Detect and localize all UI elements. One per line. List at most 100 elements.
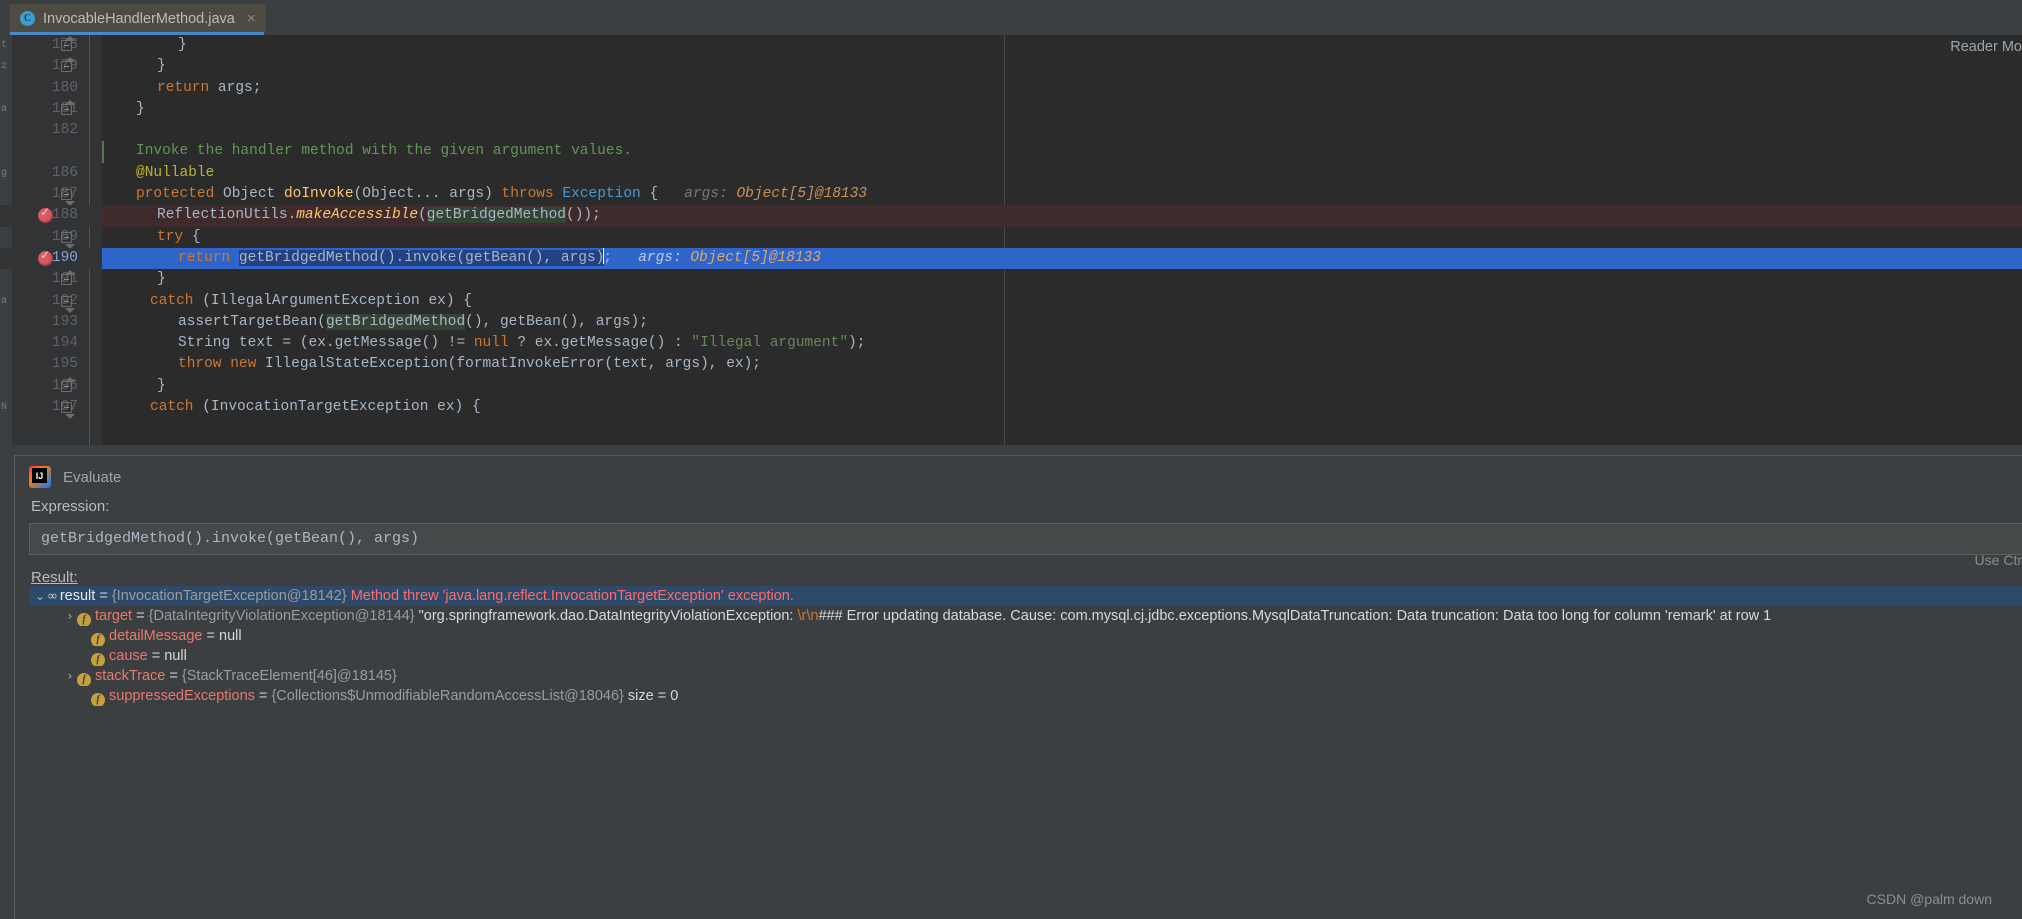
tree-node-name: suppressedExceptions [109, 688, 255, 704]
tree-row[interactable]: f cause = null [29, 646, 2022, 666]
tree-node-value: Method threw 'java.lang.reflect.Invocati… [350, 588, 794, 604]
code-token: ; [603, 249, 613, 266]
field-icon: f [77, 673, 91, 686]
infinity-icon: ∞ [47, 589, 58, 604]
code-line-186[interactable]: 186 @Nullable [0, 163, 2022, 184]
code-fold-icon[interactable] [61, 231, 75, 249]
code-line-190[interactable]: 190return getBridgedMethod().invoke(getB… [0, 247, 2022, 270]
code-token: makeAccessible [296, 207, 419, 224]
tree-node-value: null [219, 628, 242, 644]
tree-equals: = [202, 628, 220, 644]
code-token: (IllegalArgumentException ex) { [202, 292, 472, 309]
code-line-197[interactable]: 197 catch (InvocationTargetException ex) … [0, 397, 2022, 420]
code-token: return [178, 249, 239, 266]
escape-sequence: \r\n [797, 608, 819, 624]
code-line-191[interactable]: 191} [0, 269, 2022, 290]
tree-node-value: ### Error updating database. Cause: com.… [818, 608, 1772, 624]
code-line-180[interactable]: 180 return args; [0, 78, 2022, 99]
code-line-text: String text = (ex.getMessage() != null ?… [178, 333, 865, 354]
code-token: Invoke the handler method with the given… [136, 143, 632, 160]
code-token: protected [136, 186, 224, 203]
field-icon: f [77, 613, 91, 626]
expression-label: Expression: [31, 498, 110, 515]
code-token: try [157, 228, 192, 245]
code-fold-icon[interactable] [61, 189, 75, 207]
code-line-192[interactable]: 192 catch (IllegalArgumentException ex) { [0, 291, 2022, 313]
code-fold-icon[interactable] [61, 376, 75, 392]
evaluate-dialog[interactable]: Evaluate Expression: getBridgedMethod().… [14, 455, 2022, 919]
code-token: } [178, 37, 187, 53]
background-left-strip [0, 455, 14, 919]
code-line-195[interactable]: 195 throw new IllegalStateException(forma… [0, 354, 2022, 375]
tree-row[interactable]: f detailMessage = null [29, 626, 2022, 646]
code-line-text: @Nullable [136, 163, 214, 184]
code-token: } [136, 100, 145, 117]
field-icon: f [91, 653, 105, 666]
code-token: ReflectionUtils. [157, 207, 297, 224]
breakpoint-icon[interactable] [38, 248, 53, 266]
code-token: doInvoke [283, 186, 354, 203]
code-line-193[interactable]: 193 assertTargetBean(getBridgedMethod(), … [0, 312, 2022, 333]
code-line-188[interactable]: 188ReflectionUtils.makeAccessible(getBri… [0, 205, 2022, 227]
code-token: String text = (ex.getMessage() != [178, 335, 474, 352]
code-token: @Nullable [136, 164, 215, 181]
code-line-text: } [157, 56, 166, 77]
code-token: catch [150, 399, 203, 416]
tree-node-ref: {Collections$UnmodifiableRandomAccessLis… [271, 688, 628, 704]
code-line-178[interactable]: 178} [0, 35, 2022, 56]
code-fold-icon[interactable] [61, 57, 75, 73]
code-token: args: [612, 249, 691, 266]
tree-node-name: target [95, 608, 133, 624]
strip-char [0, 418, 12, 439]
code-fold-icon[interactable] [61, 99, 75, 115]
code-token: (InvocationTargetException ex) { [202, 399, 481, 416]
code-line-189[interactable]: 189 try { [0, 227, 2022, 249]
tree-row[interactable]: f suppressedExceptions = {Collections$Unm… [29, 686, 2022, 706]
tree-row[interactable]: › f stackTrace = {StackTraceElement[46]@18… [29, 666, 2022, 686]
code-editor[interactable]: tzagsaNMbaj Reader Mo 178}179}180return … [0, 35, 2022, 445]
code-fold-icon[interactable] [61, 270, 75, 286]
code-token: Object[5]@18133 [690, 249, 821, 266]
code-line-196[interactable]: 196} [0, 376, 2022, 397]
code-fold-icon[interactable] [61, 402, 75, 420]
code-line-182[interactable]: 182 [0, 120, 2022, 141]
tree-node-name: result [59, 588, 96, 604]
code-line-doc[interactable]: Invoke the handler method with the given… [0, 141, 2022, 163]
expression-input[interactable]: getBridgedMethod().invoke(getBean(), arg… [29, 523, 2022, 555]
code-line-text: } [157, 376, 166, 397]
code-token: throws [501, 186, 563, 203]
doc-comment-bar [102, 141, 104, 163]
chevron-down-icon[interactable]: ⌄ [33, 586, 47, 606]
result-tree[interactable]: ⌄ ∞ result = {InvocationTargetException@18… [29, 586, 2022, 836]
code-line-194[interactable]: 194 String text = (ex.getMessage() != nul… [0, 333, 2022, 354]
code-line-text: } [178, 35, 187, 56]
code-fold-icon[interactable] [61, 36, 75, 51]
tree-row[interactable]: ⌄ ∞ result = {InvocationTargetException@18… [29, 586, 2022, 606]
code-line-text: protected Object doInvoke(Object... args… [136, 184, 867, 205]
code-line-179[interactable]: 179} [0, 56, 2022, 77]
code-line-text: ReflectionUtils.makeAccessible(getBridge… [157, 205, 601, 226]
code-token: } [157, 271, 166, 288]
close-icon[interactable]: × [247, 11, 256, 26]
code-token: args; [217, 79, 262, 96]
tree-row[interactable]: › f target = {DataIntegrityViolationExcept… [29, 606, 2022, 626]
intellij-logo-icon [29, 466, 51, 488]
tree-node-value: null [164, 648, 187, 664]
code-line-187[interactable]: 187 protected Object doInvoke(Object... a… [0, 184, 2022, 207]
chevron-right-icon[interactable]: › [63, 606, 77, 626]
code-line-text: catch (IllegalArgumentException ex) { [150, 291, 472, 312]
watermark-label: CSDN @palm down [1866, 891, 1992, 907]
code-token: ( [418, 207, 427, 224]
code-token: } [157, 58, 166, 75]
code-token: null [473, 335, 509, 352]
code-line-text: assertTargetBean(getBridgedMethod(), get… [178, 312, 648, 333]
tree-node-name: detailMessage [109, 628, 203, 644]
chevron-right-icon[interactable]: › [63, 666, 77, 686]
code-fold-icon[interactable] [61, 295, 75, 313]
code-line-181[interactable]: 181} [0, 99, 2022, 120]
code-lines-container[interactable]: 178} 179} 180 return args; 181} 182 Invoke the… [0, 35, 2022, 420]
tab-invocable-handler-method[interactable]: C InvocableHandlerMethod.java × [10, 4, 266, 33]
editor-tab-bar: C InvocableHandlerMethod.java × [0, 0, 2022, 35]
code-token: throw new [178, 356, 266, 373]
code-line-text: catch (InvocationTargetException ex) { [150, 397, 481, 418]
